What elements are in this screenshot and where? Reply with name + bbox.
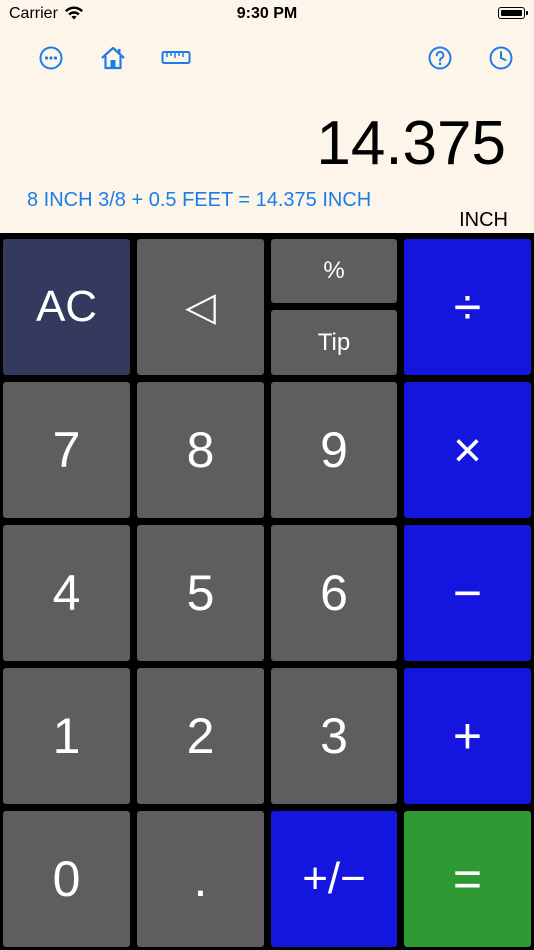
ruler-icon: [161, 51, 191, 64]
digit-8-button[interactable]: 8: [137, 382, 264, 518]
digit-0-button[interactable]: 0: [3, 811, 130, 947]
ruler-button[interactable]: [161, 44, 191, 72]
keypad: AC ◁ % Tip ÷ 7 8 9 × 4 5 6 − 1 2 3 + 0 .…: [0, 233, 534, 950]
more-icon: [39, 46, 63, 70]
plus-minus-button[interactable]: +/−: [271, 811, 397, 947]
more-button[interactable]: [37, 44, 65, 72]
history-button[interactable]: [487, 44, 515, 72]
home-button[interactable]: [99, 44, 127, 72]
divide-button[interactable]: ÷: [404, 239, 531, 375]
digit-1-button[interactable]: 1: [3, 668, 130, 804]
digit-9-button[interactable]: 9: [271, 382, 397, 518]
decimal-button[interactable]: .: [137, 811, 264, 947]
digit-5-button[interactable]: 5: [137, 525, 264, 661]
status-time: 9:30 PM: [236, 5, 298, 22]
battery-icon: [498, 7, 528, 19]
unit-label[interactable]: INCH: [459, 209, 508, 232]
help-icon: [428, 46, 452, 70]
expression-text: 8 INCH 3/8 + 0.5 FEET = 14.375 INCH: [27, 189, 372, 211]
help-button[interactable]: [426, 44, 454, 72]
equals-button[interactable]: =: [404, 811, 531, 947]
digit-6-button[interactable]: 6: [271, 525, 397, 661]
subtract-button[interactable]: −: [404, 525, 531, 661]
display-area: Carrier 9:30 PM 14.375 8 INCH 3/8 + 0.5 …: [0, 0, 534, 233]
history-icon: [489, 46, 513, 70]
clear-button[interactable]: AC: [3, 239, 130, 375]
multiply-button[interactable]: ×: [404, 382, 531, 518]
add-button[interactable]: +: [404, 668, 531, 804]
digit-3-button[interactable]: 3: [271, 668, 397, 804]
result-display: 14.375: [316, 109, 506, 178]
digit-4-button[interactable]: 4: [3, 525, 130, 661]
percent-button[interactable]: %: [271, 239, 397, 303]
tip-button[interactable]: Tip: [271, 310, 397, 375]
home-icon: [101, 46, 125, 70]
backspace-button[interactable]: ◁: [137, 239, 264, 375]
status-bar: Carrier 9:30 PM: [0, 0, 534, 30]
digit-2-button[interactable]: 2: [137, 668, 264, 804]
digit-7-button[interactable]: 7: [3, 382, 130, 518]
